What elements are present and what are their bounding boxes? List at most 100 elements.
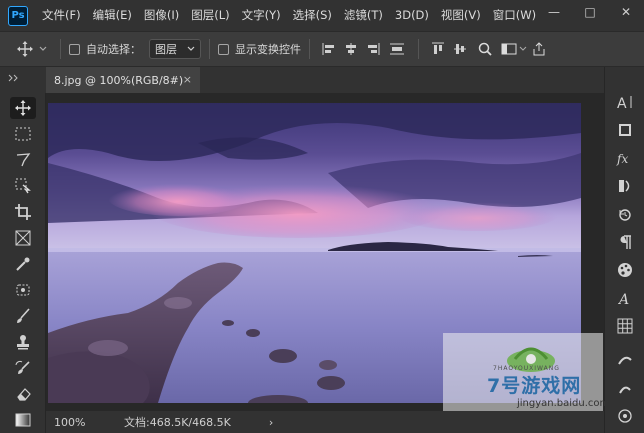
menu-filter[interactable]: 滤镜(T) bbox=[338, 0, 389, 31]
brushes-panel-button[interactable] bbox=[613, 377, 637, 399]
stamp-icon bbox=[17, 335, 29, 350]
watermark: 7HAOYOUXIWANG 7号游戏网 jingyan.baidu.com bbox=[443, 333, 609, 411]
eyedropper-tool[interactable] bbox=[10, 253, 36, 275]
distribute-button[interactable] bbox=[384, 42, 410, 56]
lasso-icon bbox=[16, 153, 31, 167]
healing-brush-icon bbox=[16, 284, 30, 296]
align-vcenter-button[interactable] bbox=[449, 42, 471, 56]
layers-panel-button[interactable] bbox=[613, 119, 637, 141]
rectangular-marquee-icon bbox=[15, 127, 31, 141]
watermark-domain: jingyan.baidu.com bbox=[517, 398, 610, 409]
menu-image[interactable]: 图像(I) bbox=[138, 0, 185, 31]
share-button[interactable] bbox=[529, 42, 549, 56]
lasso-tool[interactable] bbox=[10, 149, 36, 171]
adjustments-panel-button[interactable] bbox=[613, 175, 637, 197]
clone-source-icon bbox=[618, 409, 632, 423]
brush-tool[interactable] bbox=[10, 305, 36, 327]
maximize-button[interactable]: □ bbox=[572, 0, 608, 24]
show-transform-label: 显示变换控件 bbox=[235, 43, 301, 56]
align-vertical-center-icon bbox=[454, 44, 466, 54]
layers-icon bbox=[619, 124, 631, 136]
eraser-icon bbox=[17, 388, 31, 401]
paragraph-panel-button[interactable] bbox=[613, 231, 637, 253]
history-icon bbox=[619, 209, 631, 221]
menu-type[interactable]: 文字(Y) bbox=[236, 0, 287, 31]
align-right-button[interactable] bbox=[362, 42, 384, 56]
separator bbox=[209, 39, 210, 59]
history-brush-tool[interactable] bbox=[10, 357, 36, 379]
minimize-button[interactable]: — bbox=[536, 0, 572, 24]
menu-file[interactable]: 文件(F) bbox=[36, 0, 87, 31]
frame-tool[interactable] bbox=[10, 227, 36, 249]
clone-stamp-tool[interactable] bbox=[10, 331, 36, 353]
search-button[interactable] bbox=[471, 42, 499, 56]
separator bbox=[60, 39, 61, 59]
zoom-level[interactable]: 100% bbox=[54, 416, 124, 429]
menu-window[interactable]: 窗口(W) bbox=[487, 0, 542, 31]
brush-settings-icon bbox=[618, 356, 632, 365]
menu-view[interactable]: 视图(V) bbox=[435, 0, 487, 31]
healing-brush-tool[interactable] bbox=[10, 279, 36, 301]
paragraph-icon bbox=[620, 235, 631, 249]
align-horizontal-center-icon bbox=[346, 43, 356, 55]
brush-settings-panel-button[interactable] bbox=[613, 349, 637, 371]
separator bbox=[418, 39, 419, 59]
dropdown-value: 图层 bbox=[155, 43, 177, 56]
align-hcenter-button[interactable] bbox=[340, 42, 362, 56]
workspace-button[interactable] bbox=[499, 42, 529, 56]
brushes-icon bbox=[619, 386, 631, 394]
logo-text: Ps bbox=[11, 10, 25, 21]
gradient-tool[interactable] bbox=[10, 409, 36, 431]
auto-select-checkbox[interactable] bbox=[69, 43, 80, 55]
eyedropper-icon bbox=[16, 257, 30, 271]
swatches-panel-button[interactable] bbox=[613, 315, 637, 337]
document-tab[interactable]: 8.jpg @ 100%(RGB/8#) × bbox=[46, 67, 200, 93]
tool-preset-picker[interactable] bbox=[12, 40, 52, 58]
history-brush-icon bbox=[15, 360, 30, 374]
move-tool[interactable] bbox=[10, 97, 36, 119]
status-menu-arrow[interactable]: › bbox=[269, 416, 273, 429]
show-transform-checkbox[interactable] bbox=[218, 43, 229, 55]
character-panel-button[interactable]: A bbox=[613, 91, 637, 113]
panel-dock: A fx A bbox=[604, 67, 644, 433]
fx-icon: fx bbox=[616, 152, 628, 166]
object-selection-tool[interactable] bbox=[10, 175, 36, 197]
color-panel-button[interactable] bbox=[613, 259, 637, 281]
expand-toolbar-icon[interactable] bbox=[8, 74, 20, 84]
watermark-brand: 7号游戏网 bbox=[487, 375, 582, 397]
crop-icon bbox=[15, 204, 31, 220]
search-icon bbox=[478, 42, 492, 56]
glyphs-icon: A bbox=[617, 292, 629, 306]
align-top-button[interactable] bbox=[427, 42, 449, 56]
object-selection-icon bbox=[15, 178, 31, 194]
tools-panel bbox=[0, 93, 46, 433]
document-tab-title: 8.jpg @ 100%(RGB/8#) bbox=[54, 73, 184, 87]
close-tab-button[interactable]: × bbox=[183, 73, 192, 86]
svg-text:fx: fx bbox=[616, 152, 628, 166]
eraser-tool[interactable] bbox=[10, 383, 36, 405]
move-icon bbox=[15, 100, 31, 116]
frame-icon bbox=[15, 230, 31, 246]
chevron-down-icon bbox=[187, 46, 195, 51]
menu-3d[interactable]: 3D(D) bbox=[389, 0, 435, 31]
align-left-button[interactable] bbox=[318, 42, 340, 56]
auto-select-target-dropdown[interactable]: 图层 bbox=[149, 39, 201, 59]
menu-select[interactable]: 选择(S) bbox=[287, 0, 338, 31]
distribute-horizontal-icon bbox=[390, 43, 404, 55]
gradient-icon bbox=[15, 413, 31, 427]
styles-panel-button[interactable]: fx bbox=[613, 147, 637, 169]
clone-source-panel-button[interactable] bbox=[613, 405, 637, 427]
align-left-icon bbox=[322, 43, 334, 55]
workspace-icon bbox=[501, 43, 527, 55]
crop-tool[interactable] bbox=[10, 201, 36, 223]
menu-layer[interactable]: 图层(L) bbox=[185, 0, 235, 31]
share-icon bbox=[533, 42, 545, 56]
status-bar: 100% 文档:468.5K/468.5K › bbox=[46, 411, 604, 433]
marquee-tool[interactable] bbox=[10, 123, 36, 145]
document-size-info: 文档:468.5K/468.5K bbox=[124, 416, 231, 429]
close-button[interactable]: ✕ bbox=[608, 0, 644, 24]
history-panel-button[interactable] bbox=[613, 203, 637, 225]
glyphs-panel-button[interactable]: A bbox=[613, 287, 637, 309]
menu-edit[interactable]: 编辑(E) bbox=[87, 0, 138, 31]
adjustments-icon bbox=[619, 180, 630, 192]
